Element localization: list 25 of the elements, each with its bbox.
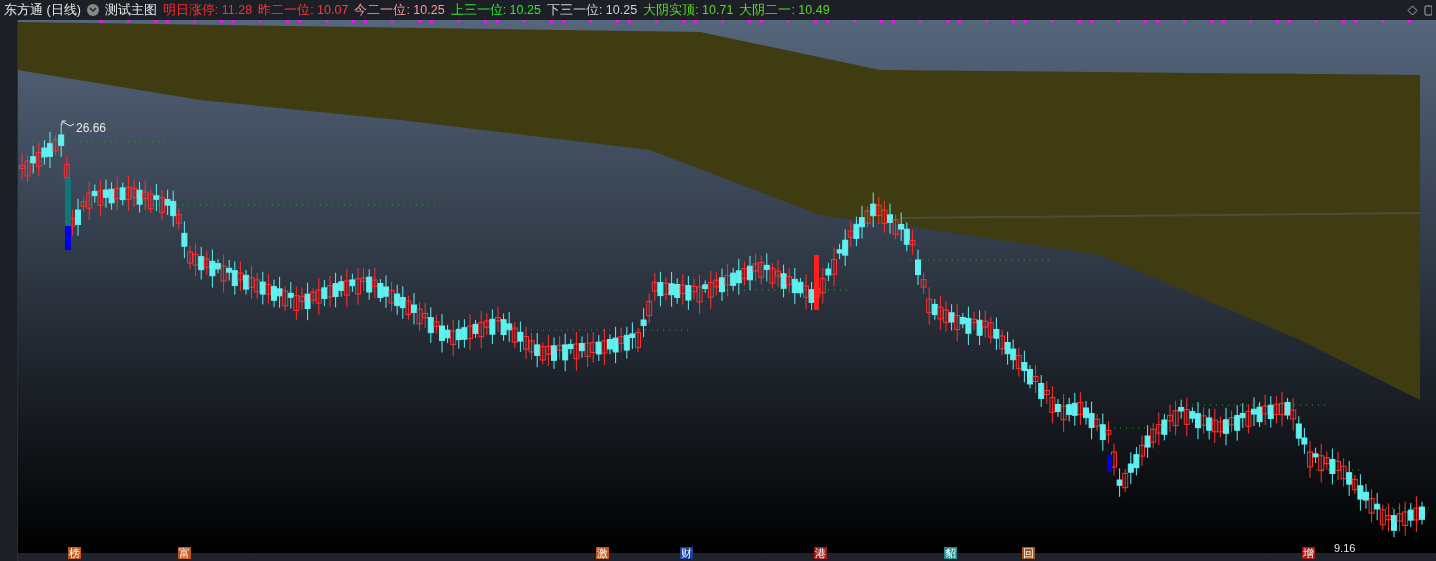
signal-marker: 财 — [680, 547, 693, 559]
signal-marker: 貂 — [944, 547, 957, 559]
pointer-icon — [61, 120, 75, 127]
indicator-reading: 昨二一位: 10.07 — [258, 1, 349, 19]
signal-marker: 回 — [1022, 547, 1035, 559]
long-candle — [814, 255, 819, 310]
indicator-reading: 上三一位: 10.25 — [450, 1, 541, 19]
indicator-reading: 明日涨停: 11.28 — [162, 1, 253, 19]
stock-title: 东方通 (日线) — [4, 1, 81, 19]
indicator-reading: 下三一位: 10.25 — [546, 1, 638, 19]
indicator-reading: 大阴二一: 10.49 — [739, 1, 830, 19]
signal-marker: 港 — [814, 547, 827, 559]
panel-icon[interactable] — [1424, 4, 1432, 16]
indicator-reading: 今二一位: 10.25 — [354, 1, 445, 19]
signal-marker: 榜 — [68, 547, 81, 559]
signal-marker: 激 — [596, 547, 609, 559]
low-price-label: 9.16 — [1334, 541, 1356, 556]
high-price-label: 26.66 — [76, 120, 107, 137]
diamond-icon[interactable] — [1407, 4, 1418, 16]
long-candle — [1107, 455, 1112, 472]
signal-marker: 增 — [1302, 547, 1315, 559]
indicator-reading: 大阴实顶: 10.71 — [643, 1, 734, 19]
indicator-name[interactable]: 测试主图 — [104, 0, 157, 20]
signal-marker: 富 — [178, 547, 191, 559]
dropdown-icon[interactable] — [86, 4, 99, 16]
